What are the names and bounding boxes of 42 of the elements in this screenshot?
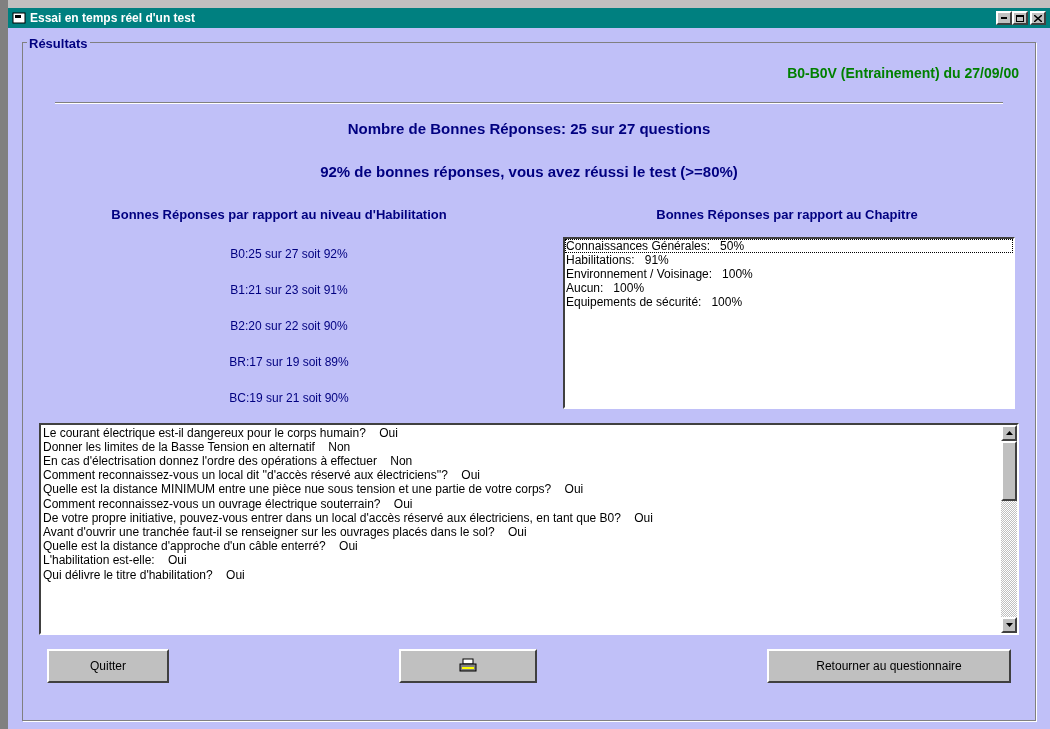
close-icon <box>1034 14 1042 22</box>
level-score: B0:25 sur 27 soit 92% <box>230 245 348 263</box>
section-heading: Bonnes Réponses par rapport au niveau d'Habilitation <box>111 206 447 224</box>
summary-text: Nombre de Bonnes Réponses: 25 sur 27 questions <box>347 119 711 139</box>
chapter-item[interactable]: Aucun: 100% <box>565 280 1013 295</box>
section-heading: Bonnes Réponses par rapport au Chapitre <box>656 206 918 224</box>
quit-button[interactable]: Quitter <box>47 648 169 683</box>
maximize-button[interactable] <box>1012 11 1028 25</box>
answer-item[interactable]: Comment reconnaissez-vous un local dit ''d'accès réservé aux électriciens''? Oui <box>43 468 1001 483</box>
scroll-thumb[interactable] <box>1001 440 1017 501</box>
level-score: B1:21 sur 23 soit 91% <box>230 281 348 299</box>
level-score: BC:19 sur 21 soit 90% <box>229 389 349 407</box>
chapter-item[interactable]: Environnement / Voisinage: 100% <box>565 266 1013 281</box>
answer-item[interactable]: Comment reconnaissez-vous un ouvrage électrique souterrain? Oui <box>43 496 1001 511</box>
answer-item[interactable]: Donner les limites de la Basse Tension en alternatif Non <box>43 439 1001 454</box>
answer-item[interactable]: L'habilitation est-elle: Oui <box>43 553 1001 568</box>
window-icon <box>12 12 26 24</box>
test-name: B0-B0V (Entrainement) du 27/09/00 <box>787 64 1019 83</box>
minimize-button[interactable] <box>996 11 1012 25</box>
level-score: BR:17 sur 19 soit 89% <box>229 353 349 371</box>
answer-item[interactable]: Qui délivre le titre d'habilitation? Oui <box>43 567 1001 582</box>
printer-icon <box>459 658 477 673</box>
maximize-icon <box>1016 14 1024 22</box>
scroll-down-icon[interactable] <box>1005 622 1013 627</box>
window-title: Essai en temps réel d'un test <box>30 10 195 27</box>
answer-item[interactable]: Quelle est la distance d'approche d'un câble enterré? Oui <box>43 539 1001 554</box>
return-button[interactable]: Retourner au questionnaire <box>767 648 1011 683</box>
chapter-item[interactable]: Equipements de sécurité: 100% <box>565 294 1013 309</box>
answer-item[interactable]: Quelle est la distance MINIMUM entre une pièce nue sous tension et une partie de votre corps? Oui <box>43 482 1001 497</box>
scrollbar[interactable] <box>1001 424 1017 633</box>
answer-item[interactable]: En cas d'électrisation donnez l'ordre des opérations à effectuer Non <box>43 453 1001 469</box>
answer-item[interactable]: Avant d'ouvrir une tranchée faut-il se renseigner sur les ouvrages placés dans le sol? Oui <box>43 524 1001 540</box>
chapter-item[interactable]: Habilitations: 91% <box>565 252 1013 267</box>
scroll-up-icon[interactable] <box>1005 430 1013 435</box>
summary-text: 92% de bonnes réponses, vous avez réussi le test (>=80%) <box>320 161 738 182</box>
answer-item[interactable]: Le courant électrique est-il dangereux pour le corps humain? Oui <box>43 425 1001 440</box>
level-score: B2:20 sur 22 soit 90% <box>230 317 348 335</box>
answer-item[interactable]: De votre propre initiative, pouvez-vous entrer dans un local d'accès réservé aux électriciens, en tant que B0? Oui <box>43 510 1001 525</box>
minimize-icon <box>1001 17 1007 19</box>
chapter-item[interactable]: Connaissances Générales: 50% <box>565 238 1013 253</box>
print-button[interactable] <box>399 648 537 683</box>
close-button[interactable] <box>1030 11 1046 25</box>
